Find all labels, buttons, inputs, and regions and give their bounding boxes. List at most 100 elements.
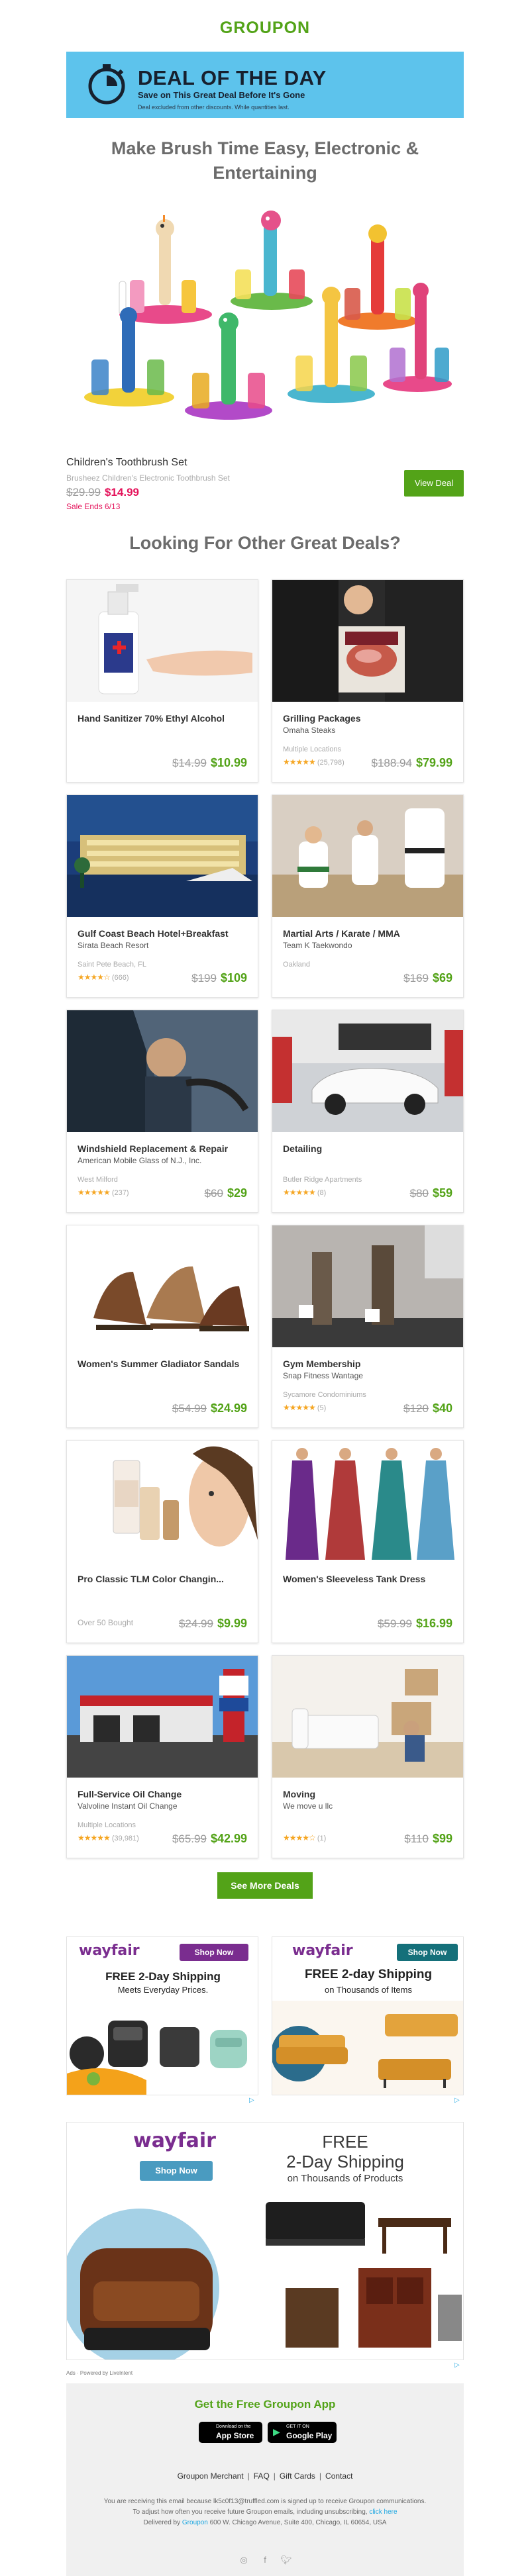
- deal-price: $199 $109: [191, 971, 247, 985]
- deal-card[interactable]: Women's Summer Gladiator Sandals $54.99 $2…: [66, 1225, 258, 1428]
- deal-now-price: $59: [432, 1186, 452, 1200]
- deal-title[interactable]: Women's Summer Gladiator Sandals: [78, 1358, 250, 1370]
- deal-of-the-day-banner[interactable]: DEAL OF THE DAY Save on This Great Deal …: [66, 52, 464, 118]
- social-icons: ◎ f 🐦︎: [66, 2554, 464, 2566]
- deal-card[interactable]: Detailing Butler Ridge Apartments ★★★★★ (8…: [272, 1010, 464, 1213]
- deal-bought-count: Over 50 Bought: [78, 1618, 134, 1627]
- deal-now-price: $79.99: [415, 756, 452, 769]
- karate-image[interactable]: [272, 795, 463, 917]
- deal-card[interactable]: Gym Membership Snap Fitness Wantage Sycamo…: [272, 1225, 464, 1428]
- app-store-small-text: Download on the: [216, 2424, 251, 2429]
- furniture-image: [67, 2202, 462, 2360]
- moving-image[interactable]: [272, 1656, 463, 1778]
- hero-title: Make Brush Time Easy, Electronic & Enter…: [111, 138, 419, 183]
- steaks-image[interactable]: [272, 580, 463, 702]
- deal-title[interactable]: Martial Arts / Karate / MMA: [283, 928, 455, 939]
- oil-station-image[interactable]: [67, 1656, 258, 1778]
- app-promo-title: Get the Free Groupon App: [194, 2398, 336, 2410]
- deal-title[interactable]: Detailing: [283, 1143, 455, 1155]
- deal-now-price: $99: [432, 1832, 452, 1845]
- groupon-link[interactable]: Groupon: [182, 2519, 208, 2526]
- sandals-image[interactable]: [67, 1225, 258, 1347]
- deal-card[interactable]: Pro Classic TLM Color Changin... Over 50 …: [66, 1440, 258, 1643]
- address-text: 600 W. Chicago Avenue, Suite 400, Chicag…: [209, 2519, 387, 2526]
- delivered-by-text: Delivered by: [143, 2519, 181, 2526]
- adchoices-icon[interactable]: ▷: [249, 2097, 254, 2104]
- toothbrush-set-image[interactable]: [66, 195, 464, 444]
- hero-product-name[interactable]: Children's Toothbrush Set: [66, 457, 187, 469]
- instagram-icon[interactable]: ◎: [238, 2554, 250, 2566]
- footer-link-merchant[interactable]: Groupon Merchant: [178, 2471, 244, 2481]
- deal-title[interactable]: Gym Membership: [283, 1358, 455, 1370]
- deal-rating: ★★★★★ (8): [283, 1188, 326, 1197]
- deal-title[interactable]: Windshield Replacement & Repair: [78, 1143, 250, 1155]
- deal-card[interactable]: Windshield Replacement & Repair American …: [66, 1010, 258, 1213]
- deal-title[interactable]: Moving: [283, 1788, 455, 1800]
- deal-card[interactable]: Gulf Coast Beach Hotel+Breakfast Sirata B…: [66, 794, 258, 998]
- dresses-image[interactable]: [272, 1441, 463, 1562]
- shop-now-button[interactable]: Shop Now: [397, 1944, 458, 1961]
- see-more-deals-button[interactable]: See More Deals: [217, 1872, 313, 1899]
- deal-card[interactable]: Martial Arts / Karate / MMA Team K Taekwo…: [272, 794, 464, 998]
- deal-now-price: $69: [432, 971, 452, 984]
- deal-merchant: Team K Taekwondo: [283, 941, 352, 950]
- shop-now-button[interactable]: Shop Now: [180, 1944, 248, 1961]
- wayfair-ad-2[interactable]: wayfair Shop Now FREE 2-day Shipping on …: [272, 1936, 464, 2095]
- cosmetics-image[interactable]: [67, 1441, 258, 1562]
- footer-link-faq[interactable]: FAQ: [254, 2471, 270, 2481]
- deal-rating: ★★★★★ (39,981): [78, 1833, 139, 1842]
- footer-fine-print-2: To adjust how often you receive future G…: [80, 2508, 450, 2517]
- deal-title[interactable]: Women's Sleeveless Tank Dress: [283, 1573, 455, 1585]
- ads-powered-by[interactable]: Ads · Powered by LiveIntent: [66, 2370, 132, 2376]
- deal-title[interactable]: Grilling Packages: [283, 712, 455, 724]
- treadmill-image[interactable]: [272, 1225, 463, 1347]
- deal-title[interactable]: Pro Classic TLM Color Changin...: [78, 1573, 250, 1585]
- deal-title[interactable]: Full-Service Oil Change: [78, 1788, 250, 1800]
- ad-subline: Meets Everyday Prices.: [117, 1985, 209, 1995]
- rating-count: (39,981): [111, 1835, 139, 1842]
- rating-count: (5): [317, 1404, 327, 1412]
- wayfair-logo: wayfair: [79, 1942, 140, 1959]
- facebook-icon[interactable]: f: [259, 2554, 271, 2566]
- star-rating-icon: ★★★★★: [78, 1188, 111, 1197]
- deal-card[interactable]: Moving We move u llc ★★★★☆ (1) $110 $99: [272, 1655, 464, 1858]
- google-play-badge[interactable]: ▶ GET IT ON Google Play: [268, 2422, 337, 2443]
- shop-now-button[interactable]: Shop Now: [140, 2161, 213, 2181]
- footer-link-gift-cards[interactable]: Gift Cards: [280, 2471, 315, 2481]
- wayfair-ad-1[interactable]: wayfair Shop Now FREE 2-Day Shipping Mee…: [66, 1936, 258, 2095]
- deal-price: $110 $99: [404, 1832, 452, 1846]
- email-page: GROUPON DEAL OF THE DAY Save on This Gre…: [0, 0, 530, 2576]
- hero-sale-ends: Sale Ends 6/13: [66, 502, 121, 511]
- deal-title[interactable]: Hand Sanitizer 70% Ethyl Alcohol: [78, 712, 250, 724]
- footer-link-contact[interactable]: Contact: [325, 2471, 352, 2481]
- unsubscribe-link[interactable]: click here: [369, 2508, 397, 2516]
- groupon-logo[interactable]: GROUPON: [0, 19, 530, 38]
- white-car-image[interactable]: [272, 1010, 463, 1132]
- deal-price: $65.99 $42.99: [172, 1832, 247, 1846]
- car-driver-image[interactable]: [67, 1010, 258, 1132]
- hero-product-subtitle: Brusheez Children's Electronic Toothbrus…: [66, 473, 230, 483]
- hotel-image[interactable]: [67, 795, 258, 917]
- twitter-icon[interactable]: 🐦︎: [280, 2554, 292, 2566]
- deal-now-price: $10.99: [210, 756, 247, 769]
- adchoices-icon[interactable]: ▷: [454, 2361, 460, 2369]
- hand-sanitizer-image[interactable]: [67, 580, 258, 702]
- view-deal-button[interactable]: View Deal: [404, 470, 464, 497]
- deal-price: $188.94 $79.99: [371, 756, 452, 770]
- app-store-badge[interactable]: Download on the App Store: [199, 2422, 262, 2443]
- footer-fine-print-1: You are receiving this email because lk5…: [103, 2498, 427, 2505]
- rating-count: (8): [317, 1189, 327, 1197]
- wayfair-ad-3[interactable]: wayfair Shop Now FREE 2-Day Shipping on …: [66, 2122, 464, 2360]
- deal-merchant: Valvoline Instant Oil Change: [78, 1801, 178, 1811]
- deal-title[interactable]: Gulf Coast Beach Hotel+Breakfast: [78, 928, 250, 939]
- deal-card[interactable]: Women's Sleeveless Tank Dress $59.99 $16.9…: [272, 1440, 464, 1643]
- adchoices-icon[interactable]: ▷: [454, 2097, 460, 2104]
- kitchen-appliances-image: [67, 2021, 247, 2095]
- deal-was-price: $120: [403, 1402, 429, 1415]
- deal-card[interactable]: Grilling Packages Omaha Steaks Multiple Lo…: [272, 579, 464, 783]
- deal-card[interactable]: Hand Sanitizer 70% Ethyl Alcohol $14.99 $1…: [66, 579, 258, 783]
- deal-card[interactable]: Full-Service Oil Change Valvoline Instant…: [66, 1655, 258, 1858]
- deal-price: $80 $59: [410, 1186, 452, 1200]
- deal-was-price: $65.99: [172, 1833, 207, 1845]
- deal-location: Sycamore Condominiums: [283, 1391, 366, 1399]
